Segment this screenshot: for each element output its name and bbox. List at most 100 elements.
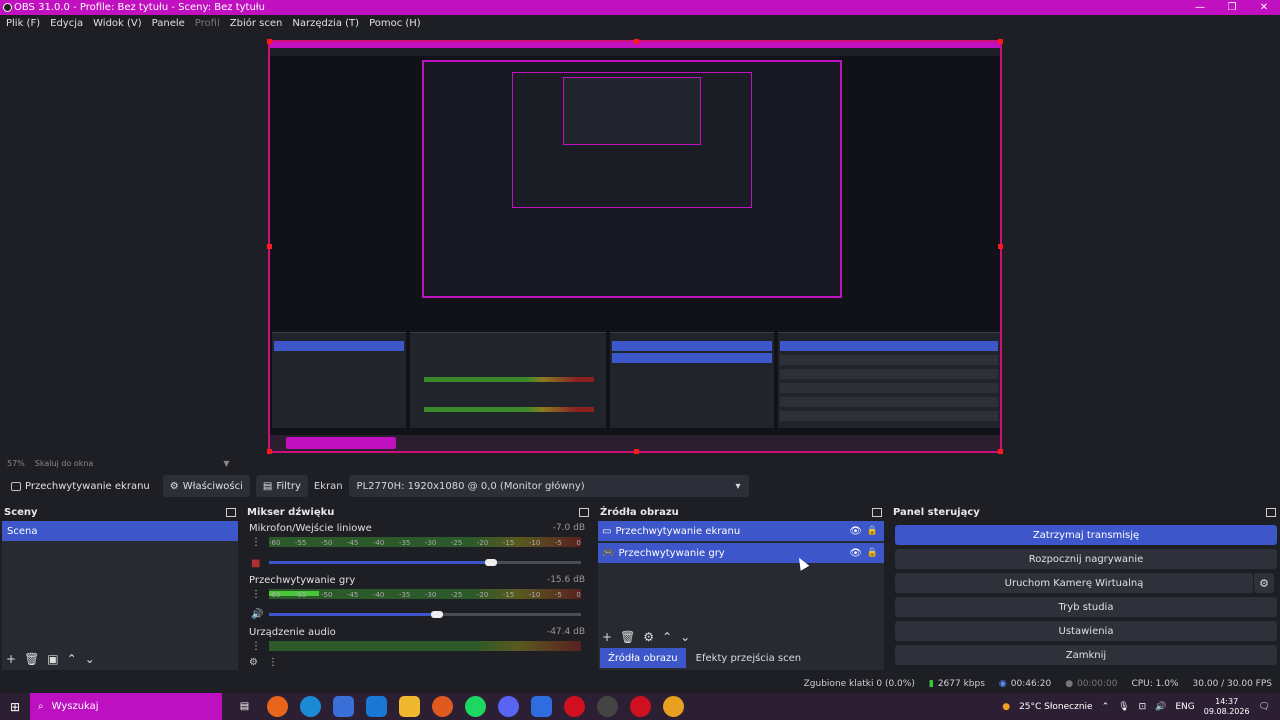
mail-icon[interactable] <box>366 696 387 717</box>
source-item[interactable]: ▭ Przechwytywanie ekranu 👁 🔒 <box>598 521 884 541</box>
menu-profile[interactable]: Profil <box>195 18 220 29</box>
network-icon[interactable]: ⊡ <box>1139 702 1147 712</box>
scale-dropdown-icon[interactable]: ▼ <box>223 459 229 468</box>
menu-view[interactable]: Widok (V) <box>93 18 142 29</box>
properties-button[interactable]: ⚙ Właściwości <box>162 475 250 497</box>
tab-sources[interactable]: Źródła obrazu <box>600 648 686 668</box>
chrome-icon[interactable] <box>663 696 684 717</box>
resize-handle-bl[interactable] <box>267 449 272 454</box>
close-button[interactable]: ✕ <box>1248 0 1280 15</box>
volume-icon[interactable]: 🔊 <box>1155 702 1166 712</box>
edge-icon[interactable] <box>300 696 321 717</box>
weather-label[interactable]: 25°C Słonecznie <box>1019 702 1093 712</box>
move-up-icon[interactable]: ⌃ <box>67 652 77 666</box>
mic-icon: 🎙 <box>1118 701 1130 712</box>
channel-name: Przechwytywanie gry <box>249 575 356 586</box>
menu-edit[interactable]: Edycja <box>50 18 83 29</box>
selected-source: Przechwytywanie ekranu <box>4 475 157 497</box>
lock-icon[interactable]: 🔒 <box>867 548 878 558</box>
mixer-menu-icon[interactable]: ⋮ <box>268 657 278 668</box>
stop-stream-button[interactable]: Zatrzymaj transmisję <box>895 525 1277 545</box>
gear-icon[interactable]: ⚙ <box>643 630 654 644</box>
maximize-button[interactable]: ❐ <box>1216 0 1248 15</box>
spotify-icon[interactable] <box>465 696 486 717</box>
virtual-camera-settings-icon[interactable]: ⚙ <box>1254 573 1274 593</box>
firefox-icon[interactable] <box>267 696 288 717</box>
studio-mode-button[interactable]: Tryb studia <box>895 597 1277 617</box>
undock-icon[interactable] <box>1266 507 1276 517</box>
editor-icon[interactable] <box>531 696 552 717</box>
menu-help[interactable]: Pomoc (H) <box>369 18 421 29</box>
move-down-icon[interactable]: ⌄ <box>680 630 690 644</box>
eye-icon[interactable]: 👁 <box>849 526 862 537</box>
advanced-audio-icon[interactable]: ⚙ <box>249 657 258 668</box>
preview-area[interactable] <box>0 32 1280 456</box>
move-up-icon[interactable]: ⌃ <box>662 630 672 644</box>
trash-icon[interactable]: 🗑 <box>24 652 39 666</box>
resize-handle-r[interactable] <box>998 244 1003 249</box>
chevron-up-icon[interactable]: ⌃ <box>1102 702 1110 712</box>
mixer-channel: Mikrofon/Wejście liniowe -7.0 dB ⋮ -60 -5… <box>249 523 587 573</box>
opera-gx-icon[interactable] <box>630 696 651 717</box>
volume-knob[interactable] <box>431 611 443 618</box>
lock-icon[interactable]: 🔒 <box>867 526 878 536</box>
monitor-icon <box>11 481 21 491</box>
notification-icon[interactable]: 🗨 <box>1259 702 1270 712</box>
obs-icon[interactable] <box>597 696 618 717</box>
record-time-value: 00:00:00 <box>1077 679 1118 689</box>
scene-filter-icon[interactable]: ▣ <box>47 652 58 666</box>
minimize-button[interactable]: — <box>1184 0 1216 15</box>
resize-handle-l[interactable] <box>267 244 272 249</box>
start-button[interactable]: ⊞ <box>0 693 30 720</box>
source-toolbar: Przechwytywanie ekranu ⚙ Właściwości ▤ F… <box>0 474 1280 498</box>
trash-icon[interactable]: 🗑 <box>620 630 635 644</box>
resize-handle-t[interactable] <box>634 39 639 44</box>
add-icon[interactable]: + <box>6 652 16 666</box>
resize-handle-tl[interactable] <box>267 39 272 44</box>
preview-canvas[interactable] <box>267 39 1003 454</box>
menu-docks[interactable]: Panele <box>152 18 185 29</box>
channel-menu-icon[interactable]: ⋮ <box>251 589 261 600</box>
menu-bar: Plik (F) Edycja Widok (V) Panele Profil … <box>0 15 1280 32</box>
scale-mode[interactable]: Skaluj do okna <box>35 459 94 468</box>
resize-handle-tr[interactable] <box>998 39 1003 44</box>
speaker-icon[interactable]: 🔊 <box>251 609 263 620</box>
volume-knob[interactable] <box>485 559 497 566</box>
clock[interactable]: 14:37 09.08.2026 <box>1204 697 1250 717</box>
scenes-title: Sceny <box>4 506 38 518</box>
virtual-camera-button[interactable]: Uruchom Kamerę Wirtualną <box>895 573 1253 593</box>
start-record-button[interactable]: Rozpocznij nagrywanie <box>895 549 1277 569</box>
scene-item[interactable]: Scena <box>2 521 238 541</box>
bitrate: ▮ 2677 kbps <box>929 679 985 689</box>
language-indicator[interactable]: ENG <box>1175 702 1194 712</box>
move-down-icon[interactable]: ⌄ <box>85 652 95 666</box>
undock-icon[interactable] <box>579 507 589 517</box>
resize-handle-b[interactable] <box>634 449 639 454</box>
tab-transitions[interactable]: Efekty przejścia scen <box>688 648 809 668</box>
menu-scene-collection[interactable]: Zbiór scen <box>230 18 283 29</box>
undock-icon[interactable] <box>872 507 882 517</box>
discord-icon[interactable] <box>498 696 519 717</box>
store-icon[interactable] <box>333 696 354 717</box>
firefox-dev-icon[interactable] <box>432 696 453 717</box>
settings-button[interactable]: Ustawienia <box>895 621 1277 641</box>
opera-icon[interactable] <box>564 696 585 717</box>
task-view-icon[interactable]: ▤ <box>234 696 255 717</box>
add-icon[interactable]: + <box>602 630 612 644</box>
meter-tick-label: -15 <box>502 539 515 547</box>
exit-button[interactable]: Zamknij <box>895 645 1277 665</box>
channel-menu-icon[interactable]: ⋮ <box>251 537 261 548</box>
menu-file[interactable]: Plik (F) <box>6 18 40 29</box>
folder-icon[interactable] <box>399 696 420 717</box>
source-item[interactable]: 🎮 Przechwytywanie gry 👁 🔒 <box>598 543 884 563</box>
resize-handle-br[interactable] <box>998 449 1003 454</box>
screen-select[interactable]: PL2770H: 1920x1080 @ 0,0 (Monitor główny… <box>348 475 749 497</box>
channel-menu-icon[interactable]: ⋮ <box>251 641 261 652</box>
filters-button[interactable]: ▤ Filtry <box>255 475 308 497</box>
menu-tools[interactable]: Narzędzia (T) <box>292 18 359 29</box>
taskbar-search[interactable]: ⌕ Wyszukaj <box>30 693 222 720</box>
meter-tick-label: 0 <box>576 591 581 599</box>
undock-icon[interactable] <box>226 507 236 517</box>
mute-icon[interactable]: ■ <box>251 558 260 569</box>
eye-icon[interactable]: 👁 <box>849 548 862 559</box>
